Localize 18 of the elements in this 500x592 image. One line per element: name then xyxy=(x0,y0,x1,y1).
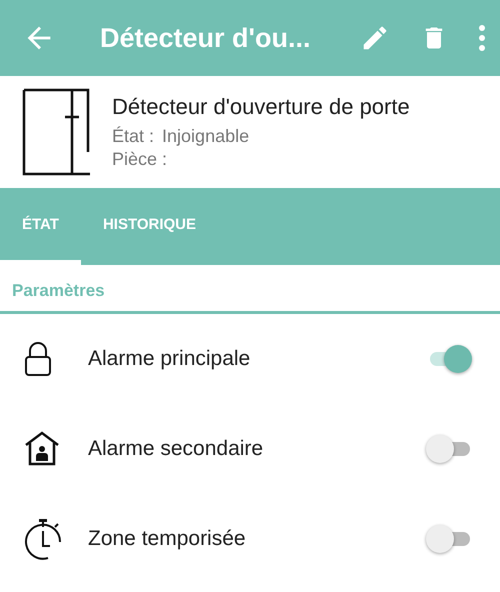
house-person-icon xyxy=(24,431,60,467)
setting-label: Zone temporisée xyxy=(88,527,247,551)
section-title: Paramètres xyxy=(0,265,500,314)
state-label: État : xyxy=(112,126,154,146)
setting-label: Alarme secondaire xyxy=(88,437,264,461)
door-icon xyxy=(22,88,90,176)
toggle-switch[interactable] xyxy=(426,525,472,553)
more-options-icon[interactable] xyxy=(478,23,486,53)
state-value: Injoignable xyxy=(162,126,250,146)
device-name: Détecteur d'ouverture de porte xyxy=(112,94,410,120)
app-title: Détecteur d'ou... xyxy=(100,22,312,54)
setting-label: Alarme principale xyxy=(88,347,252,371)
toggle-switch[interactable] xyxy=(426,435,472,463)
stopwatch-icon xyxy=(24,518,62,560)
padlock-icon xyxy=(24,341,52,377)
tab[interactable]: HISTORIQUE xyxy=(80,188,218,265)
tab[interactable]: ÉTAT xyxy=(0,188,81,265)
room-label: Pièce : xyxy=(112,149,168,169)
